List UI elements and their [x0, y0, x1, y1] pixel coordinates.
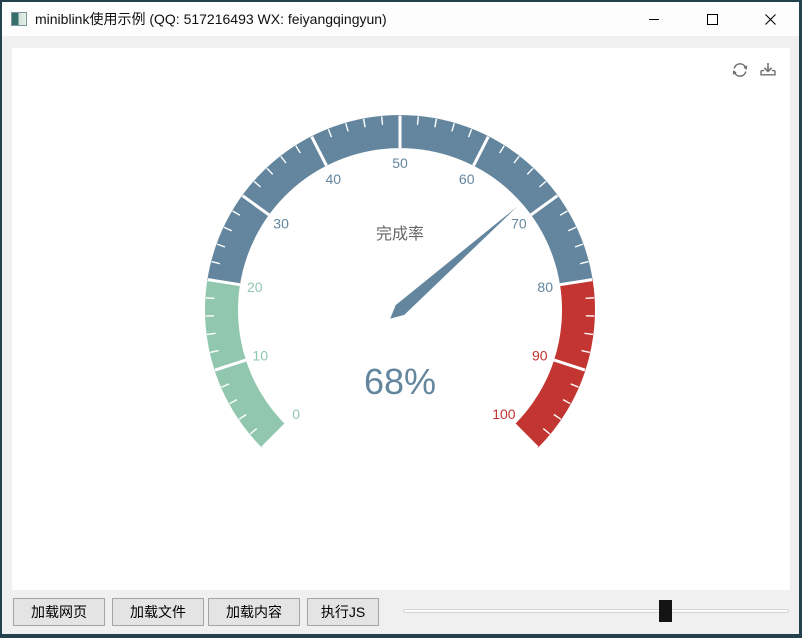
- window: miniblink使用示例 (QQ: 517216493 WX: feiyang…: [2, 2, 799, 634]
- maximize-icon: [706, 13, 719, 26]
- svg-text:40: 40: [326, 171, 342, 187]
- save-image-icon[interactable]: [758, 60, 778, 80]
- load-webpage-button[interactable]: 加载网页: [13, 598, 105, 626]
- restore-icon[interactable]: [730, 60, 750, 80]
- svg-text:80: 80: [537, 279, 553, 295]
- window-controls: [625, 2, 799, 36]
- svg-text:100: 100: [492, 406, 516, 422]
- slider-handle[interactable]: [659, 600, 672, 622]
- close-button[interactable]: [741, 2, 799, 36]
- maximize-button[interactable]: [683, 2, 741, 36]
- load-content-button[interactable]: 加载内容: [208, 598, 300, 626]
- minimize-icon: [648, 13, 660, 25]
- minimize-button[interactable]: [625, 2, 683, 36]
- svg-text:60: 60: [459, 171, 475, 187]
- svg-text:20: 20: [247, 279, 263, 295]
- close-icon: [764, 13, 777, 26]
- svg-text:30: 30: [273, 216, 289, 232]
- svg-text:90: 90: [532, 347, 548, 363]
- svg-text:50: 50: [392, 155, 408, 171]
- chart-panel: 0 10 20 30 40 50 60 70 80 90 100 完成率 68%: [12, 48, 790, 590]
- load-file-button[interactable]: 加载文件: [112, 598, 204, 626]
- svg-text:完成率: 完成率: [376, 225, 424, 243]
- slider-track[interactable]: [403, 609, 789, 613]
- window-title: miniblink使用示例 (QQ: 517216493 WX: feiyang…: [35, 9, 387, 29]
- svg-text:70: 70: [511, 216, 527, 232]
- chart-toolbox: [730, 60, 778, 80]
- svg-text:10: 10: [252, 347, 268, 363]
- svg-text:0: 0: [292, 406, 300, 422]
- svg-text:68%: 68%: [364, 361, 436, 402]
- app-icon: [11, 12, 27, 26]
- gauge-chart: 0 10 20 30 40 50 60 70 80 90 100 完成率 68%: [12, 48, 790, 590]
- titlebar: miniblink使用示例 (QQ: 517216493 WX: feiyang…: [2, 2, 799, 36]
- bottom-toolbar: 加载网页 加载文件 加载内容 执行JS: [2, 590, 799, 634]
- execute-js-button[interactable]: 执行JS: [307, 598, 379, 626]
